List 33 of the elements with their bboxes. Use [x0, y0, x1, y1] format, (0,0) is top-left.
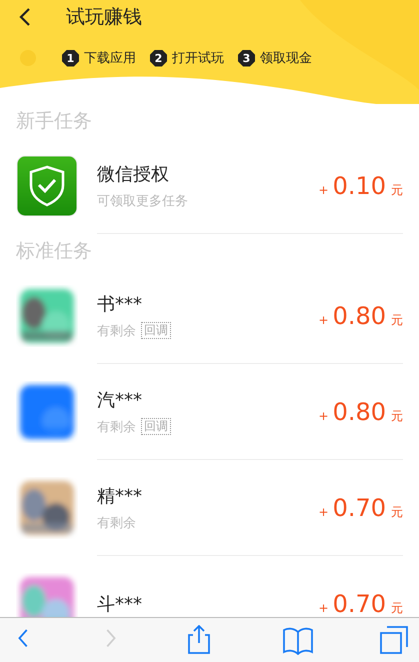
task-status: 有剩余 — [97, 514, 136, 532]
step-label: 领取现金 — [260, 50, 312, 67]
reward-amount: 0.70 — [332, 590, 386, 617]
task-tag: 回调 — [141, 418, 171, 435]
currency-unit: 元 — [391, 312, 403, 328]
task-status: 有剩余 — [97, 322, 136, 340]
currency-unit: 元 — [391, 408, 403, 424]
task-name: 微信授权 — [97, 162, 170, 186]
reward-amount: 0.80 — [332, 398, 386, 426]
plus-sign: + — [318, 182, 329, 196]
task-name: 汽*** — [97, 388, 143, 412]
plus-sign: + — [318, 600, 329, 614]
task-status: 可领取更多任务 — [97, 192, 188, 210]
task-status: 有剩余 — [97, 418, 136, 436]
step-label: 打开试玩 — [172, 50, 224, 67]
task-name: 精*** — [97, 484, 143, 508]
page-title: 试玩赚钱 — [66, 5, 142, 30]
plus-sign: + — [318, 312, 329, 326]
book-icon[interactable] — [282, 625, 313, 655]
currency-unit: 元 — [391, 600, 403, 616]
task-name: 书*** — [97, 292, 143, 316]
shield-icon — [16, 155, 78, 217]
step-label: 下载应用 — [84, 50, 136, 67]
plus-sign: + — [318, 408, 329, 422]
reward-amount: 0.70 — [332, 494, 386, 522]
reward-amount: 0.10 — [332, 172, 386, 200]
tabs-icon[interactable] — [379, 625, 409, 655]
plus-sign: + — [318, 504, 329, 518]
currency-unit: 元 — [391, 182, 403, 198]
currency-unit: 元 — [391, 504, 403, 520]
task-tag: 回调 — [141, 322, 171, 339]
task-name: 斗*** — [97, 592, 143, 616]
reward-amount: 0.80 — [332, 302, 386, 330]
